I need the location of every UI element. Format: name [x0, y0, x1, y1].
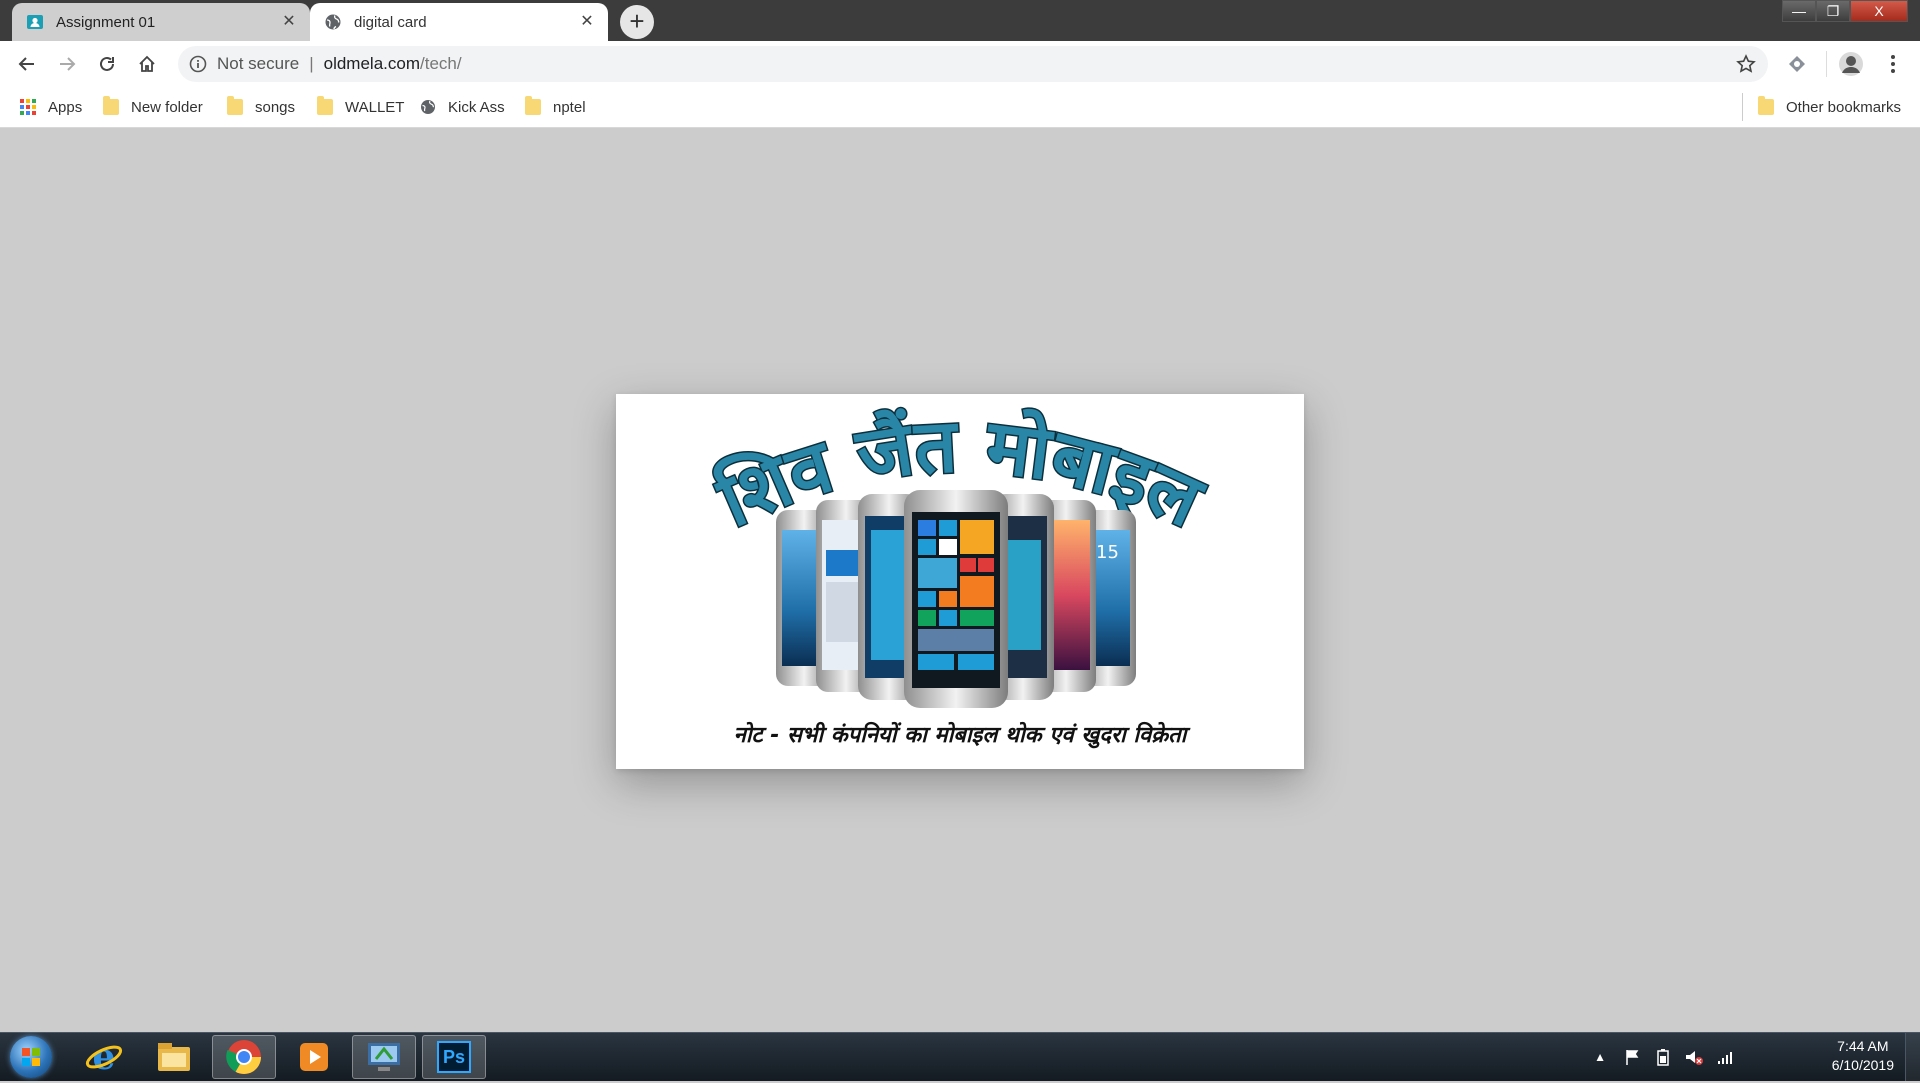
internet-explorer-icon: e	[85, 1037, 123, 1077]
profile-avatar[interactable]	[1838, 51, 1864, 77]
reload-button[interactable]	[92, 49, 122, 79]
action-center-flag-icon[interactable]	[1624, 1048, 1642, 1066]
clock-time: 7:44 AM	[1837, 1038, 1889, 1054]
phone-center	[904, 490, 1008, 708]
bookmark-other[interactable]: Other bookmarks	[1758, 96, 1901, 118]
minimize-button[interactable]: —	[1782, 0, 1816, 22]
bookmark-nptel[interactable]: nptel	[525, 96, 586, 118]
forward-arrow-icon	[60, 57, 76, 71]
bookmark-star-icon[interactable]	[1736, 54, 1756, 74]
volume-muted-icon[interactable]	[1684, 1048, 1704, 1066]
back-button[interactable]	[12, 49, 42, 79]
network-signal-icon[interactable]	[1716, 1048, 1734, 1066]
photoshop-icon: Ps	[437, 1041, 471, 1073]
browser-toolbar: Not secure | oldmela.com/tech/	[0, 41, 1920, 87]
bookmark-label: New folder	[131, 98, 203, 116]
bookmarks-bar: Apps New folder songs WALLET Kick Ass np…	[0, 87, 1920, 128]
bookmark-kick-ass[interactable]: Kick Ass	[420, 96, 505, 118]
bookmark-label: WALLET	[345, 98, 405, 116]
taskbar-file-explorer[interactable]	[142, 1035, 206, 1079]
url-domain: oldmela.com	[323, 54, 420, 73]
taskbar-system-tool[interactable]	[352, 1035, 416, 1079]
bookmark-label: songs	[255, 98, 296, 116]
tab-title: Assignment 01	[56, 13, 156, 31]
battery-icon[interactable]	[1654, 1048, 1672, 1066]
taskbar-chrome[interactable]	[212, 1035, 276, 1079]
clock-date: 6/10/2019	[1831, 1057, 1894, 1073]
classroom-icon	[27, 15, 43, 29]
new-tab-button[interactable]: +	[620, 5, 654, 39]
tab-strip: Assignment 01 ✕ digital card ✕ + — ❐ X	[0, 0, 1920, 41]
bookmark-new-folder[interactable]: New folder	[103, 96, 203, 118]
show-hidden-icons-icon[interactable]: ▲	[1594, 1050, 1606, 1064]
bookmark-apps[interactable]: Apps	[20, 96, 82, 118]
windows-logo-icon	[22, 1048, 40, 1066]
home-button[interactable]	[132, 49, 162, 79]
close-icon[interactable]: ✕	[280, 13, 298, 31]
taskbar-photoshop[interactable]: Ps	[422, 1035, 486, 1079]
tab-title: digital card	[354, 13, 427, 31]
folder-icon	[317, 96, 333, 115]
extension-icon[interactable]	[1784, 51, 1810, 77]
menu-kebab-icon[interactable]	[1884, 51, 1902, 77]
taskbar-clock[interactable]: 7:44 AM 6/10/2019	[1832, 1037, 1894, 1075]
tab-digital-card[interactable]: digital card ✕	[310, 3, 608, 41]
bookmark-label: Kick Ass	[448, 98, 505, 116]
folder-icon	[227, 96, 243, 115]
svg-text:e: e	[93, 1037, 116, 1077]
info-icon[interactable]	[189, 55, 207, 73]
bookmarks-divider	[1742, 93, 1743, 121]
address-bar[interactable]: Not secure | oldmela.com/tech/	[178, 46, 1768, 82]
taskbar-media-player[interactable]	[282, 1035, 346, 1079]
bookmark-label: Apps	[48, 98, 83, 116]
bookmark-label: nptel	[553, 98, 586, 116]
digital-card: शिव जैंत मोबाइल 15 नोट - सभी कंपनियों का…	[616, 394, 1304, 769]
close-icon[interactable]: ✕	[578, 13, 596, 31]
file-explorer-icon	[158, 1043, 190, 1071]
page-content: शिव जैंत मोबाइल 15 नोट - सभी कंपनियों का…	[0, 128, 1920, 1032]
tab-assignment[interactable]: Assignment 01 ✕	[12, 3, 310, 41]
folder-icon	[1758, 96, 1774, 115]
system-tray: ▲	[1594, 1043, 1734, 1071]
taskbar-internet-explorer[interactable]: e	[72, 1035, 136, 1079]
bookmark-wallet[interactable]: WALLET	[317, 96, 404, 118]
maximize-button[interactable]: ❐	[1816, 0, 1850, 22]
forward-button[interactable]	[52, 49, 82, 79]
back-arrow-icon	[18, 57, 34, 71]
media-player-icon	[300, 1043, 328, 1071]
security-label: Not secure	[217, 54, 300, 73]
svg-text:15: 15	[1096, 542, 1119, 563]
home-icon	[139, 55, 155, 72]
toolbar-divider	[1826, 51, 1827, 77]
folder-icon	[525, 96, 541, 115]
card-tagline: नोट - सभी कंपनियों का मोबाइल थोक एवं खुद…	[733, 723, 1187, 748]
globe-icon	[421, 100, 435, 114]
reload-icon	[100, 56, 114, 71]
url-path: /tech/	[420, 54, 462, 73]
start-button[interactable]	[10, 1036, 52, 1078]
phones-illustration: 15	[776, 490, 1136, 708]
system-icon	[368, 1043, 400, 1071]
show-desktop-button[interactable]	[1905, 1033, 1920, 1081]
window-controls: — ❐ X	[1782, 0, 1908, 22]
globe-icon	[325, 14, 341, 30]
windows-taskbar: e Ps ▲ 7:44 AM 6/10/2019	[0, 1032, 1920, 1081]
bookmark-label: Other bookmarks	[1786, 98, 1902, 116]
address-separator: |	[309, 54, 314, 73]
folder-icon	[103, 96, 119, 115]
close-window-button[interactable]: X	[1850, 0, 1908, 22]
apps-grid-icon	[20, 99, 36, 115]
chrome-icon	[226, 1040, 261, 1074]
bookmark-songs[interactable]: songs	[227, 96, 295, 118]
